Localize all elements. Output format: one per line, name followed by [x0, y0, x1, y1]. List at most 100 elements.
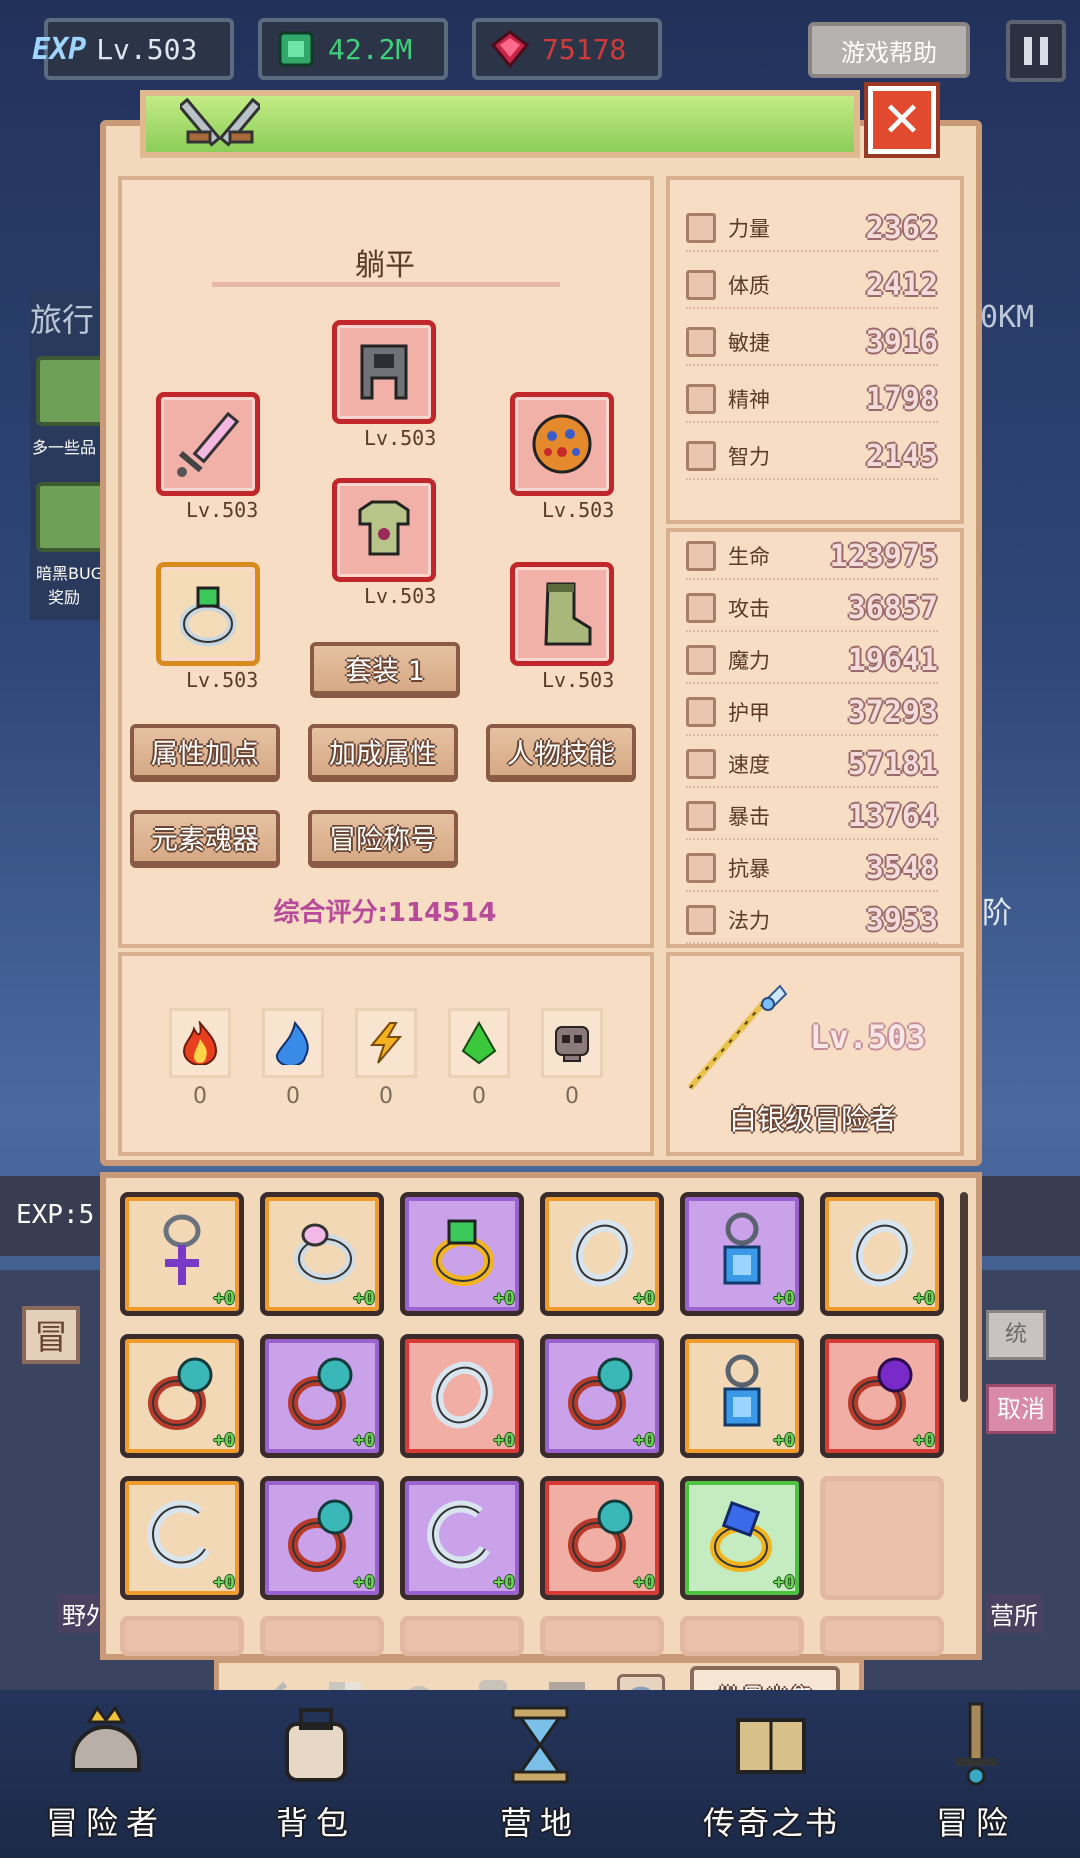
- shield-icon: [686, 697, 716, 727]
- inventory-empty-slot[interactable]: [820, 1616, 944, 1656]
- gem-count: 42.2M: [328, 32, 413, 66]
- water-value: 0: [286, 1084, 300, 1109]
- inventory-empty-slot[interactable]: [400, 1616, 524, 1656]
- heart-icon: [686, 541, 716, 571]
- inventory-empty-slot[interactable]: [820, 1476, 944, 1600]
- inventory-item[interactable]: +0: [680, 1476, 804, 1600]
- enhance-level: +0: [353, 1430, 375, 1451]
- nav-adventurer[interactable]: 冒险者: [16, 1700, 196, 1850]
- enhance-level: +0: [353, 1572, 375, 1593]
- inventory-empty-slot[interactable]: [120, 1616, 244, 1656]
- dark-element[interactable]: [541, 1008, 603, 1078]
- name-divider: [212, 282, 560, 287]
- pause-button[interactable]: [1006, 20, 1066, 82]
- inventory-item[interactable]: +0: [540, 1334, 664, 1458]
- silver-band-icon: [419, 1351, 505, 1441]
- stat-life: 生命 123975: [686, 534, 938, 580]
- stat-agility: 敏捷 3916: [686, 320, 938, 366]
- equipment-set-button[interactable]: 套装 1: [310, 642, 460, 698]
- crit-icon: [686, 853, 716, 883]
- background-system-button[interactable]: 统: [986, 1310, 1046, 1360]
- level-chip: EXP Lv.503: [32, 18, 234, 80]
- lightning-element[interactable]: [355, 1008, 417, 1078]
- inventory-empty-slot[interactable]: [260, 1616, 384, 1656]
- nature-element[interactable]: [448, 1008, 510, 1078]
- inventory-item[interactable]: +0: [120, 1192, 244, 1316]
- nav-label: 冒险: [935, 1804, 1016, 1842]
- inventory-item[interactable]: +0: [680, 1192, 804, 1316]
- stat-value: 13764: [847, 798, 938, 834]
- inventory-item[interactable]: +0: [540, 1192, 664, 1316]
- enhance-level: +0: [493, 1288, 515, 1309]
- ruby-count: 75178: [542, 32, 627, 66]
- stat-value: 37293: [847, 694, 938, 730]
- wand-icon: [686, 645, 716, 675]
- inventory-empty-slot[interactable]: [540, 1616, 664, 1656]
- background-distance: 0KM: [980, 300, 1035, 335]
- background-travel-label: 旅行: [30, 301, 95, 339]
- stat-spirit: 精神 1798: [686, 377, 938, 423]
- background-cancel-button[interactable]: 取消: [986, 1384, 1056, 1434]
- nav-label: 冒险者: [45, 1804, 166, 1842]
- inventory-scrollbar[interactable]: [960, 1192, 968, 1402]
- background-item-1[interactable]: [36, 356, 106, 426]
- nature-value: 0: [472, 1084, 486, 1109]
- bonus-attributes-button[interactable]: 加成属性: [308, 724, 458, 782]
- nav-camp[interactable]: 营地: [450, 1700, 630, 1850]
- enhance-level: +0: [353, 1288, 375, 1309]
- background-adv-tab[interactable]: 冒: [22, 1306, 80, 1364]
- stat-speed: 速度 57181: [686, 742, 938, 788]
- inventory-item[interactable]: +0: [400, 1476, 524, 1600]
- enhance-level: +0: [213, 1572, 235, 1593]
- inventory-item[interactable]: +0: [400, 1192, 524, 1316]
- game-help-button[interactable]: 游戏帮助: [808, 22, 970, 78]
- nav-legend-book[interactable]: 传奇之书: [666, 1700, 876, 1850]
- water-element[interactable]: [262, 1008, 324, 1078]
- inventory-item[interactable]: +0: [260, 1476, 384, 1600]
- inventory-item[interactable]: +0: [260, 1334, 384, 1458]
- inventory-empty-slot[interactable]: [680, 1616, 804, 1656]
- element-soul-button[interactable]: 元素魂器: [130, 810, 280, 868]
- inventory-item[interactable]: +0: [540, 1476, 664, 1600]
- crit-icon: [686, 801, 716, 831]
- crossed-swords-icon: [180, 97, 260, 147]
- stat-value: 3953: [865, 902, 938, 938]
- stat-mana: 法力 3953: [686, 898, 938, 944]
- inventory-item[interactable]: +0: [120, 1476, 244, 1600]
- inventory-item[interactable]: +0: [120, 1334, 244, 1458]
- weapon-slot[interactable]: [156, 392, 260, 496]
- character-name: 躺平: [355, 248, 415, 283]
- cross-necklace-icon: [139, 1209, 225, 1299]
- helmet-slot[interactable]: [332, 320, 436, 424]
- nav-adventure[interactable]: 冒险: [886, 1700, 1066, 1850]
- dark-value: 0: [565, 1084, 579, 1109]
- armor-slot[interactable]: [332, 478, 436, 582]
- pause-bar-icon: [1040, 37, 1048, 65]
- heart-icon: [686, 270, 716, 300]
- close-button[interactable]: ✕: [864, 82, 940, 158]
- inventory-item[interactable]: +0: [680, 1334, 804, 1458]
- ruby-chip: 75178: [472, 18, 662, 80]
- inventory-item[interactable]: +0: [400, 1334, 524, 1458]
- background-item-2[interactable]: [36, 482, 106, 552]
- adventure-title-button[interactable]: 冒险称号: [308, 810, 458, 868]
- backpack-icon: [285, 1708, 347, 1782]
- ring-slot[interactable]: [156, 562, 260, 666]
- character-skills-button[interactable]: 人物技能: [486, 724, 636, 782]
- fire-element[interactable]: [169, 1008, 231, 1078]
- stat-magic: 魔力 19641: [686, 638, 938, 684]
- amulet-slot[interactable]: [510, 392, 614, 496]
- stat-armor: 护甲 37293: [686, 690, 938, 736]
- pearl-ring-icon: [559, 1493, 645, 1583]
- nav-backpack[interactable]: 背包: [226, 1700, 406, 1850]
- adventurer-rank: 白银级冒险者: [728, 1103, 897, 1136]
- boot-icon: [686, 749, 716, 779]
- inventory-item[interactable]: +0: [260, 1192, 384, 1316]
- pearl-ring-icon: [139, 1351, 225, 1441]
- emerald-icon: [278, 31, 314, 67]
- inventory-item[interactable]: +0: [820, 1334, 944, 1458]
- boots-slot[interactable]: [510, 562, 614, 666]
- book-icon: [736, 1718, 806, 1774]
- attribute-points-button[interactable]: 属性加点: [130, 724, 280, 782]
- inventory-item[interactable]: +0: [820, 1192, 944, 1316]
